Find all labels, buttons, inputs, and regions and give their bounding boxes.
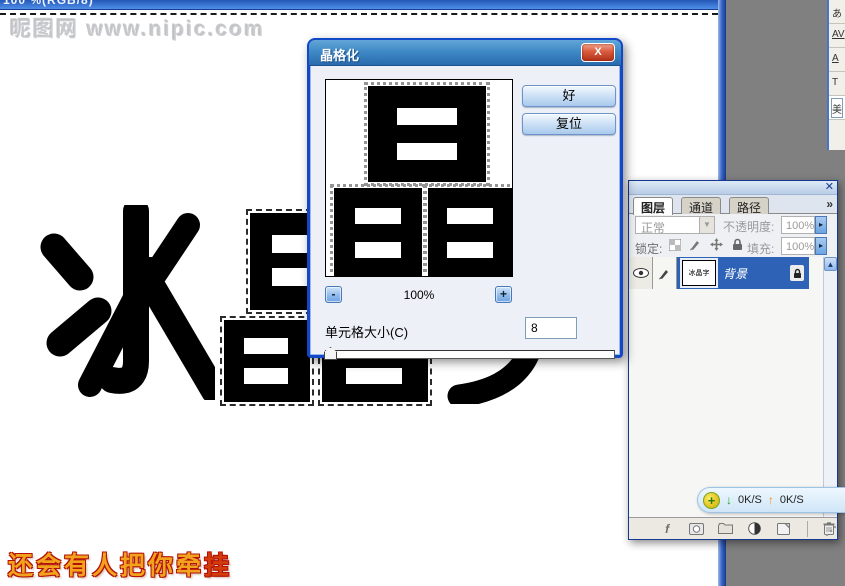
lock-pixels-brush-icon[interactable] <box>688 237 703 252</box>
cell-size-label: 单元格大小(C) <box>325 322 408 341</box>
tab-paths[interactable]: 路径 <box>729 197 769 214</box>
bing-glyph <box>30 205 215 400</box>
preview-zoom-level: 100% <box>325 288 513 302</box>
padlock-icon <box>790 265 804 281</box>
font-style-box[interactable]: 美 <box>829 96 845 120</box>
lock-all-icon[interactable] <box>730 237 745 252</box>
canvas-caption: 还会有人把你牵挂 <box>8 546 232 582</box>
adjustment-layer-icon[interactable] <box>747 521 763 536</box>
preview-jing-bottom-left <box>334 188 422 276</box>
editing-brush-icon[interactable] <box>653 257 677 289</box>
dialog-title: 晶格化 <box>320 45 359 64</box>
upload-speed: 0K/S <box>780 494 804 506</box>
layers-panel: ✕ 图层 通道 路径 » 正常 ▼ 不透明度: 100% ▸ 锁定: 填充: 1… <box>628 180 838 540</box>
layers-list: 冰晶字 背景 ▲ <box>629 257 837 519</box>
download-speed: 0K/S <box>738 494 762 506</box>
opacity-value[interactable]: 100% <box>781 216 815 234</box>
fill-value[interactable]: 100% <box>781 237 815 255</box>
downloader-logo-icon: + <box>703 492 720 509</box>
layer-effects-icon[interactable]: f <box>659 521 675 536</box>
type-control[interactable]: T <box>829 72 845 96</box>
reset-button[interactable]: 复位 <box>522 113 616 135</box>
visibility-eye-icon[interactable] <box>629 257 653 289</box>
slider-thumb[interactable] <box>324 347 337 360</box>
canvas-text-bing <box>30 205 215 400</box>
cell-size-input[interactable] <box>525 317 577 339</box>
scroll-up-icon[interactable]: ▲ <box>824 257 837 271</box>
baseline-control[interactable]: A <box>829 48 845 72</box>
document-titlebar[interactable]: 100 %(RGB/8) <box>0 0 726 10</box>
preview-jing-top <box>368 86 486 182</box>
chevron-down-icon[interactable]: ▼ <box>699 217 714 233</box>
document-title: 100 %(RGB/8) <box>3 0 726 7</box>
ok-button[interactable]: 好 <box>522 85 616 107</box>
download-arrow-icon: ↓ <box>726 493 732 507</box>
upload-arrow-icon: ↑ <box>768 493 774 507</box>
lock-transparency-icon[interactable] <box>667 237 682 252</box>
panel-header[interactable]: ✕ <box>629 181 837 195</box>
watermark: 昵图网 www.nipic.com <box>10 13 265 43</box>
crystallize-dialog: 晶格化 X - 100% + 单元格大小(C) 好 复位 <box>307 38 623 358</box>
panel-menu-icon[interactable]: » <box>826 197 833 211</box>
blend-mode-select[interactable]: 正常 ▼ <box>635 216 715 234</box>
panel-bottom-bar: f <box>629 517 837 539</box>
panel-resize-grip[interactable] <box>824 526 836 538</box>
opacity-label: 不透明度: <box>723 218 774 235</box>
opacity-spinner-icon[interactable]: ▸ <box>815 216 827 234</box>
layer-row-background[interactable]: 冰晶字 背景 <box>629 257 809 289</box>
blend-mode-value: 正常 <box>641 219 665 236</box>
fill-label: 填充: <box>747 240 774 257</box>
preview-jing-bottom-right <box>428 188 512 276</box>
tab-layers[interactable]: 图层 <box>633 197 673 215</box>
close-icon[interactable]: ✕ <box>825 181 834 194</box>
fill-spinner-icon[interactable]: ▸ <box>815 237 827 255</box>
download-speed-widget[interactable]: + ↓ 0K/S ↑ 0K/S <box>697 487 845 513</box>
character-panel-sliver: あ AV A T 美 <box>827 0 845 150</box>
tsume-control[interactable]: あ <box>829 0 845 24</box>
layer-name[interactable]: 背景 <box>723 265 790 282</box>
new-layer-icon[interactable] <box>776 521 792 536</box>
new-group-folder-icon[interactable] <box>717 521 733 536</box>
canvas-text-jing-bottom-left <box>224 320 310 402</box>
layer-thumbnail[interactable]: 冰晶字 <box>682 260 716 286</box>
layers-scrollbar[interactable]: ▲ <box>823 257 837 519</box>
zoom-in-icon[interactable]: + <box>495 286 512 303</box>
lock-label: 锁定: <box>635 240 662 257</box>
lock-position-move-icon[interactable] <box>709 237 724 252</box>
kerning-control[interactable]: AV <box>829 24 845 48</box>
filter-preview[interactable] <box>325 79 513 277</box>
close-icon[interactable]: X <box>581 43 615 62</box>
dialog-titlebar[interactable]: 晶格化 X <box>309 40 621 66</box>
panel-tabs: 图层 通道 路径 » <box>629 195 837 214</box>
cell-size-slider[interactable] <box>325 350 615 359</box>
tab-channels[interactable]: 通道 <box>681 197 721 214</box>
layer-mask-icon[interactable] <box>688 521 704 536</box>
